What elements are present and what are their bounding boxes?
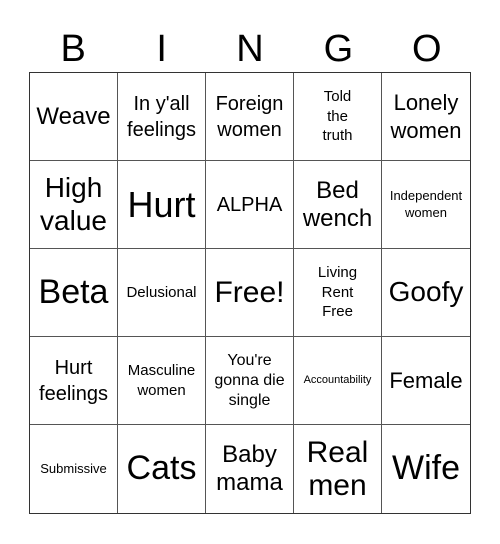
- bingo-cell[interactable]: Independent women: [382, 161, 470, 249]
- bingo-cell[interactable]: Delusional: [118, 249, 206, 337]
- bingo-cell[interactable]: Weave: [30, 73, 118, 161]
- bingo-cell[interactable]: In y'all feelings: [118, 73, 206, 161]
- bingo-cell[interactable]: Beta: [30, 249, 118, 337]
- header-letter-b: B: [60, 28, 86, 70]
- bingo-cell[interactable]: You're gonna die single: [206, 337, 294, 425]
- bingo-cell[interactable]: Bed wench: [294, 161, 382, 249]
- bingo-cell[interactable]: Goofy: [382, 249, 470, 337]
- bingo-cell[interactable]: Masculine women: [118, 337, 206, 425]
- bingo-cell[interactable]: High value: [30, 161, 118, 249]
- bingo-cell[interactable]: Submissive: [30, 425, 118, 513]
- bingo-cell[interactable]: Lonely women: [382, 73, 470, 161]
- bingo-cell[interactable]: Wife: [382, 425, 470, 513]
- bingo-cell[interactable]: Hurt feelings: [30, 337, 118, 425]
- bingo-cell[interactable]: Hurt: [118, 161, 206, 249]
- bingo-cell[interactable]: Foreign women: [206, 73, 294, 161]
- header-letter-g: G: [323, 28, 354, 70]
- bingo-cell[interactable]: Real men: [294, 425, 382, 513]
- bingo-grid: Weave In y'all feelings Foreign women To…: [29, 72, 471, 514]
- bingo-cell[interactable]: ALPHA: [206, 161, 294, 249]
- bingo-header: B I N G O: [29, 26, 471, 72]
- header-letter-i: I: [156, 28, 167, 70]
- bingo-cell[interactable]: Cats: [118, 425, 206, 513]
- bingo-cell[interactable]: Accountability: [294, 337, 382, 425]
- bingo-cell[interactable]: Told the truth: [294, 73, 382, 161]
- bingo-cell[interactable]: Baby mama: [206, 425, 294, 513]
- header-letter-n: N: [236, 28, 264, 70]
- bingo-cell[interactable]: Living Rent Free: [294, 249, 382, 337]
- bingo-cell[interactable]: Female: [382, 337, 470, 425]
- free-space-cell[interactable]: Free!: [206, 249, 294, 337]
- header-letter-o: O: [412, 28, 442, 70]
